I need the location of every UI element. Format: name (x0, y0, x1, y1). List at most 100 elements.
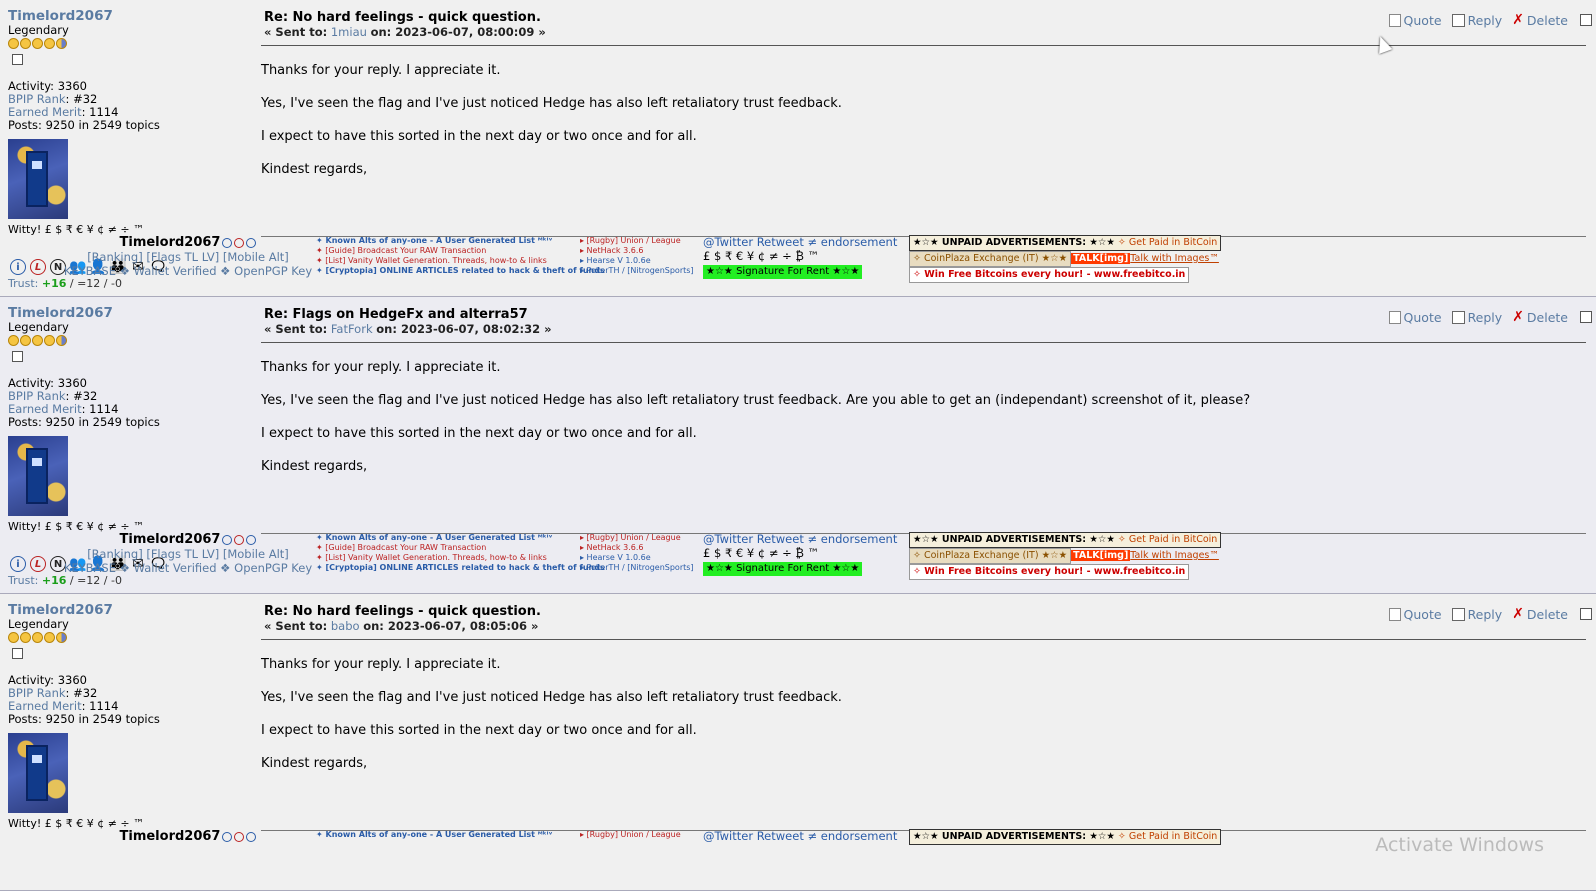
signature-social: @Twitter Retweet ≠ endorsement (703, 829, 903, 843)
post-count: Posts: 9250 in 2549 topics (8, 415, 160, 429)
info-icon[interactable] (222, 237, 233, 248)
delete-icon: ✗ (1512, 12, 1524, 28)
ad-link[interactable]: Talk with Images™ (1130, 550, 1219, 561)
sig-link[interactable]: ✦ [Cryptopia] ONLINE ARTICLES related to… (316, 563, 605, 573)
ranking-links[interactable]: [Ranking] [Flags TL LV] [Mobile Alt] (63, 250, 313, 264)
signature-identity: Timelord2067 [Ranking] [Flags TL LV] [Mo… (63, 532, 313, 576)
ad-link[interactable]: ✧ Win Free Bitcoins every hour! - www.fr… (909, 267, 1190, 283)
signature-for-rent[interactable]: ★☆★ Signature For Rent ★☆★ (703, 265, 863, 279)
ad-link[interactable]: Talk with Images™ (1130, 253, 1219, 264)
recipient-link[interactable]: FatFork (331, 322, 373, 336)
loyce-icon[interactable]: L (30, 556, 46, 572)
info-icon[interactable]: i (10, 556, 26, 572)
ninjastic-icon[interactable] (246, 237, 257, 248)
delete-button[interactable]: ✗ Delete (1512, 309, 1568, 325)
ninjastic-icon[interactable] (246, 534, 257, 545)
post-paragraph: Kindest regards, (261, 756, 368, 771)
bpip-rank-link[interactable]: BPIP Rank (8, 92, 66, 106)
post-body: Thanks for your reply. I appreciate it. … (261, 648, 1586, 780)
sig-link[interactable]: ▸ [Rugby] Union / League (580, 533, 700, 543)
member-rank: Legendary (8, 23, 69, 37)
signature-guides: ✦ Known Alts of any-one - A User Generat… (316, 830, 576, 840)
delete-icon: ✗ (1512, 309, 1524, 325)
reply-icon (1451, 607, 1465, 621)
ignore-checkbox[interactable] (12, 351, 23, 362)
select-post-checkbox[interactable] (1580, 608, 1592, 620)
sig-link[interactable]: ✦ [List] Vanity Wallet Generation. Threa… (316, 256, 576, 266)
reply-button[interactable]: Reply (1451, 310, 1502, 325)
ad-link[interactable]: TALK[img] (1071, 253, 1131, 264)
ranking-links[interactable]: [Ranking] [Flags TL LV] [Mobile Alt] (63, 547, 313, 561)
ignore-checkbox[interactable] (12, 648, 23, 659)
post-count: Posts: 9250 in 2549 topics (8, 712, 160, 726)
sig-link[interactable]: ▸ PokerTH / [NitrogenSports] (580, 266, 700, 276)
sig-link[interactable]: ✦ [Cryptopia] ONLINE ARTICLES related to… (316, 266, 605, 276)
bpip-rank-link[interactable]: BPIP Rank (8, 686, 66, 700)
author-name-link[interactable]: Timelord2067 (8, 602, 248, 618)
select-post-checkbox[interactable] (1580, 311, 1592, 323)
quote-icon (1388, 13, 1401, 27)
author-name-link[interactable]: Timelord2067 (8, 305, 248, 321)
sig-link[interactable]: ✦ [Guide] Broadcast Your RAW Transaction (316, 246, 576, 256)
sig-link[interactable]: ▸ Hearse V 1.0.6e (580, 553, 700, 563)
member-rank: Legendary (8, 320, 69, 334)
info-icon[interactable] (222, 534, 233, 545)
delete-button[interactable]: ✗ Delete (1512, 12, 1568, 28)
trust-label[interactable]: Trust: (8, 277, 38, 290)
ad-link[interactable]: ✧ Get Paid in BitCoin (1118, 831, 1217, 842)
sig-link[interactable]: ✦ Known Alts of any-one - A User Generat… (316, 236, 576, 246)
sig-link[interactable]: ▸ Hearse V 1.0.6e (580, 256, 700, 266)
ad-link[interactable]: ✧ CoinPlaza Exchange (IT) ★☆★ (909, 548, 1072, 564)
sig-link[interactable]: ▸ [Rugby] Union / League (580, 236, 700, 246)
sig-link[interactable]: ▸ NetHack 3.6.6 (580, 246, 700, 256)
author-name-link[interactable]: Timelord2067 (8, 8, 248, 24)
ad-link[interactable]: ✧ Get Paid in BitCoin (1118, 534, 1217, 545)
ad-link[interactable]: ✧ CoinPlaza Exchange (IT) ★☆★ (909, 251, 1072, 267)
ignore-checkbox[interactable] (12, 54, 23, 65)
reply-button[interactable]: Reply (1451, 607, 1502, 622)
reply-label: Reply (1467, 12, 1503, 28)
sig-link[interactable]: ✦ [Guide] Broadcast Your RAW Transaction (316, 543, 576, 553)
recipient-link[interactable]: babo (331, 619, 360, 633)
quote-button[interactable]: Quote (1388, 310, 1442, 325)
keybase-links[interactable]: KEYBASE ❖ Wallet Verified ❖ OpenPGP Key (63, 264, 313, 278)
info-icon[interactable] (222, 831, 233, 842)
loyce-icon[interactable] (234, 534, 245, 545)
delete-label: Delete (1526, 606, 1568, 622)
ad-link[interactable]: ✧ Get Paid in BitCoin (1118, 237, 1217, 248)
poster-stats: Activity: 3360 BPIP Rank: #32 Earned Mer… (8, 377, 248, 429)
ninjastic-icon[interactable] (246, 831, 257, 842)
info-icon[interactable]: i (10, 259, 26, 275)
loyce-icon[interactable]: L (30, 259, 46, 275)
post-actions: Quote Reply ✗ Delete (1388, 606, 1592, 622)
sig-link[interactable]: ▸ [Rugby] Union / League (580, 830, 700, 840)
sig-link[interactable]: ▸ NetHack 3.6.6 (580, 543, 700, 553)
quote-button[interactable]: Quote (1388, 607, 1442, 622)
currency-line: £ $ ₹ € ¥ ¢ ≠ ÷ ₿ ™ (703, 249, 820, 263)
keybase-links[interactable]: KEYBASE ❖ Wallet Verified ❖ OpenPGP Key (63, 561, 313, 575)
ad-link[interactable]: ✧ Win Free Bitcoins every hour! - www.fr… (909, 564, 1190, 580)
signature-for-rent[interactable]: ★☆★ Signature For Rent ★☆★ (703, 562, 863, 576)
loyce-icon[interactable] (234, 237, 245, 248)
loyce-icon[interactable] (234, 831, 245, 842)
twitter-link[interactable]: @Twitter Retweet ≠ endorsement (703, 829, 903, 843)
select-post-checkbox[interactable] (1580, 14, 1592, 26)
sig-link[interactable]: ✦ [List] Vanity Wallet Generation. Threa… (316, 553, 576, 563)
recipient-link[interactable]: 1miau (331, 25, 367, 39)
twitter-link[interactable]: @Twitter Retweet ≠ endorsement (703, 532, 903, 546)
trust-label[interactable]: Trust: (8, 574, 38, 587)
twitter-link[interactable]: @Twitter Retweet ≠ endorsement (703, 235, 903, 249)
ad-link[interactable]: TALK[img] (1071, 550, 1131, 561)
forum-post: Timelord2067 Legendary Activity: 3360 BP… (0, 594, 1596, 891)
bpip-rank-link[interactable]: BPIP Rank (8, 389, 66, 403)
earned-merit-link[interactable]: Earned Merit (8, 105, 82, 119)
sig-link[interactable]: ▸ PokerTH / [NitrogenSports] (580, 563, 700, 573)
sig-link[interactable]: ✦ Known Alts of any-one - A User Generat… (316, 830, 576, 840)
post-paragraph: Yes, I've seen the flag and I've just no… (261, 96, 842, 111)
earned-merit-link[interactable]: Earned Merit (8, 699, 82, 713)
earned-merit-link[interactable]: Earned Merit (8, 402, 82, 416)
delete-button[interactable]: ✗ Delete (1512, 606, 1568, 622)
quote-button[interactable]: Quote (1388, 13, 1442, 28)
reply-button[interactable]: Reply (1451, 12, 1503, 28)
sig-link[interactable]: ✦ Known Alts of any-one - A User Generat… (316, 533, 576, 543)
